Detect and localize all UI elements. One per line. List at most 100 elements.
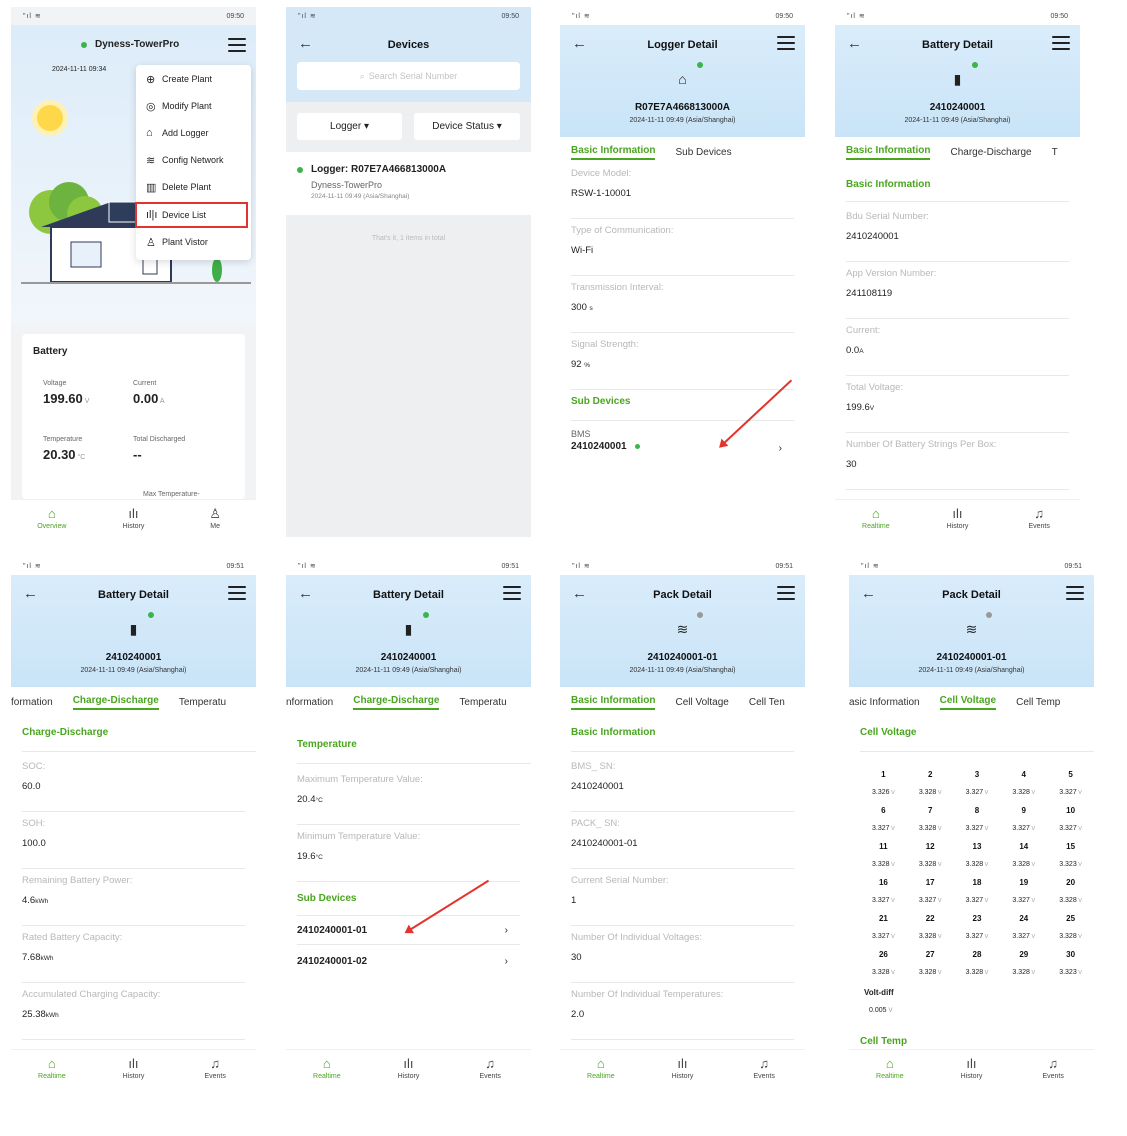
cell-index: 27 — [925, 949, 935, 959]
back-arrow-icon[interactable]: ← — [861, 585, 876, 602]
cell-voltage-value: 3.327 V — [1059, 824, 1082, 832]
online-dot — [635, 444, 641, 449]
bell-icon: ♫ — [210, 1056, 221, 1071]
cell-index-row: 21 22 23 24 25 — [860, 909, 1094, 927]
cell-index: 8 — [974, 805, 980, 815]
tab-temperature[interactable]: Temperatu — [179, 697, 226, 708]
nav-history[interactable]: ılı History — [652, 1056, 712, 1081]
cell-voltage-value: 3.327 V — [1059, 788, 1082, 796]
menu-icon[interactable] — [228, 586, 246, 600]
cell-index: 10 — [1066, 805, 1076, 815]
menu-icon[interactable] — [777, 586, 795, 600]
menu-icon[interactable] — [777, 36, 795, 50]
tab-charge-discharge[interactable]: Charge-Discharge — [72, 695, 159, 710]
nav-me[interactable]: ♙ Me — [185, 507, 245, 531]
nav-realtime[interactable]: ⌂ Realtime — [846, 507, 906, 531]
devices-screen: "ıl ≋ 09:50 ← Devices ⌕ Search Serial Numbe… — [286, 7, 531, 537]
history-icon: ılı — [677, 1056, 688, 1071]
logger-filter-dropdown[interactable]: Logger ▾ — [297, 113, 402, 140]
nav-realtime[interactable]: ⌂ Realtime — [571, 1057, 631, 1081]
tab-cell-temp[interactable]: Cell Temp — [1016, 697, 1060, 708]
cell-voltage-value: 3.328 V — [918, 932, 942, 940]
nav-realtime[interactable]: ⌂ Realtime — [22, 1057, 82, 1081]
back-arrow-icon[interactable]: ← — [572, 585, 587, 602]
menu-icon[interactable] — [228, 38, 246, 52]
menu-item-delete-plant[interactable]: ▥ Delete Plant — [146, 180, 211, 194]
cell-voltage-value: 3.327 V — [918, 896, 942, 904]
nav-realtime[interactable]: ⌂ Realtime — [860, 1056, 920, 1081]
sub-device-row[interactable]: BMS 2410240001 › — [571, 420, 794, 462]
history-icon: ılı — [952, 506, 963, 521]
page-title: Battery Detail — [922, 39, 993, 51]
tab-basic-information[interactable]: Basic Information — [846, 145, 931, 160]
cell-index: 16 — [878, 877, 888, 887]
home-icon: ⌂ — [47, 506, 56, 521]
nav-history[interactable]: ılı History — [103, 1057, 163, 1081]
search-input[interactable]: ⌕ Search Serial Number — [297, 62, 520, 90]
tab-basic-information[interactable]: asic Information — [849, 697, 920, 708]
back-arrow-icon[interactable]: ← — [298, 35, 313, 52]
tab-cell-voltage[interactable]: Cell Voltage — [939, 695, 997, 710]
tab-charge-discharge[interactable]: Charge-Discharge — [950, 147, 1031, 158]
tab-basic-information[interactable]: Basic Information — [571, 695, 656, 710]
sub-device-row[interactable]: 2410240001-02 › — [297, 946, 520, 976]
menu-icon[interactable] — [1052, 36, 1070, 50]
chevron-right-icon: › — [778, 443, 782, 454]
tab-charge-discharge[interactable]: Charge-Discharge — [353, 695, 440, 710]
menu-item-plant-vistor[interactable]: ♙ Plant Vistor — [146, 235, 208, 249]
cell-index: 26 — [878, 949, 888, 959]
nav-history[interactable]: ılı History — [941, 1056, 1001, 1081]
tab-sub-devices[interactable]: Sub Devices — [675, 147, 731, 158]
settings-icon: ◎ — [146, 100, 156, 113]
tab-temperature[interactable]: Temperatu — [459, 697, 506, 708]
status-bar: "ıl ≋ 09:50 — [11, 7, 256, 25]
logger-icon: ⌂ — [678, 71, 687, 87]
menu-icon[interactable] — [503, 586, 521, 600]
cell-voltage-value: 3.328 V — [1012, 860, 1036, 868]
menu-item-create-plant[interactable]: ⊕ Create Plant — [146, 72, 212, 86]
menu-item-modify-plant[interactable]: ◎ Modify Plant — [146, 99, 212, 113]
nav-realtime[interactable]: ⌂ Realtime — [297, 1057, 357, 1081]
volt-diff-value: 0.005 V — [869, 1007, 893, 1014]
back-arrow-icon[interactable]: ← — [23, 585, 38, 602]
menu-item-add-logger[interactable]: ⌂ Add Logger — [146, 126, 209, 140]
nav-overview[interactable]: ⌂ Overview — [22, 506, 82, 531]
cell-index: 18 — [972, 877, 982, 887]
tab-temperature[interactable]: T — [1052, 147, 1058, 158]
nav-events[interactable]: ♫ Events — [1009, 507, 1069, 531]
top-bar: ← Devices — [286, 25, 531, 65]
tab-basic-information[interactable]: Basic Information — [571, 145, 656, 160]
online-dot — [297, 167, 303, 173]
nav-events[interactable]: ♫ Events — [1023, 1057, 1083, 1081]
tab-basic-information[interactable]: nformation — [286, 697, 333, 708]
cell-index: 24 — [1019, 913, 1029, 923]
current-value: 0.00 A — [133, 391, 165, 406]
nav-history[interactable]: ılı History — [103, 507, 163, 531]
back-arrow-icon[interactable]: ← — [298, 585, 313, 602]
battery-detail-charge-screen: "ıl ≋ 09:51 ← Battery Detail ▮ 2410240001 … — [11, 557, 256, 1087]
back-arrow-icon[interactable]: ← — [572, 35, 587, 52]
nav-history[interactable]: ılı History — [927, 506, 987, 531]
nav-events[interactable]: ♫ Events — [185, 1056, 245, 1081]
menu-icon[interactable] — [1066, 586, 1084, 600]
tab-cell-voltage[interactable]: Cell Voltage — [675, 697, 728, 708]
home-icon: ⌂ — [885, 1056, 894, 1071]
battery-detail-temperature-screen: "ıl ≋ 09:51 ← Battery Detail ▮ 2410240001 … — [286, 557, 531, 1087]
device-list-item[interactable]: Logger: R07E7A466813000A Dyness-TowerPro… — [286, 152, 531, 215]
nav-events[interactable]: ♫ Events — [734, 1057, 794, 1081]
menu-item-device-list[interactable]: ıl|ı Device List — [146, 208, 206, 222]
user-icon: ♙ — [146, 236, 156, 249]
back-arrow-icon[interactable]: ← — [847, 35, 862, 52]
tab-basic-information[interactable]: formation — [11, 697, 53, 708]
tab-cell-temp[interactable]: Cell Ten — [749, 697, 785, 708]
status-filter-dropdown[interactable]: Device Status ▾ — [414, 113, 520, 140]
menu-item-config-network[interactable]: ≋ Config Network — [146, 153, 224, 167]
nav-history[interactable]: ılı History — [378, 1056, 438, 1081]
field-communication: Type of Communication: Wi-Fi — [571, 221, 794, 276]
chevron-right-icon: › — [504, 955, 508, 967]
plant-selector[interactable]: Dyness-TowerPro — [81, 39, 179, 50]
nav-events[interactable]: ♫ Events — [460, 1057, 520, 1081]
history-icon: ılı — [966, 1056, 977, 1071]
battery-card-title: Battery — [33, 346, 68, 357]
history-icon: ılı — [403, 1056, 414, 1071]
